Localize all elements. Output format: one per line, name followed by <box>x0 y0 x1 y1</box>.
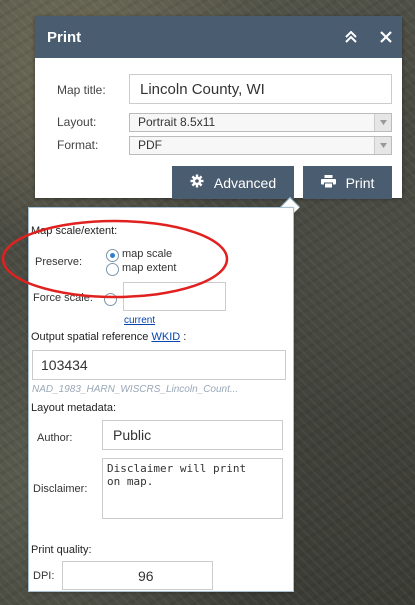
layout-label: Layout: <box>57 115 97 129</box>
wkid-link[interactable]: WKID <box>151 331 180 343</box>
layout-metadata-label: Layout metadata: <box>31 402 117 414</box>
output-sr-text: Output spatial reference <box>31 331 149 343</box>
layout-select[interactable]: Portrait 8.5x11 <box>129 113 392 132</box>
map-title-label: Map title: <box>57 83 106 97</box>
advanced-button-label: Advanced <box>213 174 277 191</box>
preserve-label: Preserve: <box>35 256 83 268</box>
print-button[interactable]: Print <box>303 166 392 199</box>
map-scale-extent-label: Map scale/extent: <box>31 225 118 237</box>
force-scale-checkbox[interactable] <box>104 293 117 306</box>
chevron-down-icon <box>374 114 391 131</box>
map-scale-option-label: map scale <box>122 248 173 260</box>
map-scale-radio[interactable] <box>106 249 119 262</box>
print-button-label: Print <box>345 174 375 191</box>
layout-select-value: Portrait 8.5x11 <box>138 115 216 129</box>
dialog-header: Print <box>35 16 402 58</box>
header-icons <box>344 31 392 43</box>
map-title-input[interactable] <box>129 74 392 104</box>
current-scale-link[interactable]: current <box>124 315 155 326</box>
dpi-input[interactable]: 96 <box>62 561 213 590</box>
double-chevron-up-icon[interactable] <box>344 31 358 43</box>
dpi-label: DPI: <box>33 570 55 582</box>
output-sr-label: Output spatial reference WKID : <box>31 331 186 343</box>
format-select[interactable]: PDF <box>129 136 392 155</box>
advanced-button[interactable]: Advanced <box>172 166 294 199</box>
map-extent-option-label: map extent <box>122 262 177 274</box>
disclaimer-textarea[interactable]: Disclaimer will print on map. <box>102 458 283 519</box>
map-extent-radio[interactable] <box>106 263 119 276</box>
wkid-input[interactable]: 103434 <box>32 350 286 380</box>
output-sr-colon: : <box>183 331 187 343</box>
chevron-down-icon <box>374 137 391 154</box>
print-dialog: Print Map title: Layout: Portrait 8.5x11 <box>35 16 402 199</box>
author-label: Author: <box>37 432 73 444</box>
print-quality-label: Print quality: <box>31 544 92 556</box>
gear-icon <box>190 174 204 191</box>
format-label: Format: <box>57 138 99 152</box>
format-select-value: PDF <box>138 138 162 152</box>
disclaimer-label: Disclaimer: <box>33 483 88 495</box>
author-input[interactable]: Public <box>102 420 283 450</box>
close-icon[interactable] <box>380 31 392 43</box>
printer-icon <box>320 174 336 191</box>
advanced-panel: Map scale/extent: Preserve: map scale ma… <box>28 207 294 592</box>
force-scale-label: Force scale: <box>33 292 93 304</box>
dialog-title: Print <box>47 28 82 46</box>
force-scale-input[interactable] <box>123 282 226 311</box>
spatial-reference-name: NAD_1983_HARN_WISCRS_Lincoln_Count... <box>32 384 239 395</box>
